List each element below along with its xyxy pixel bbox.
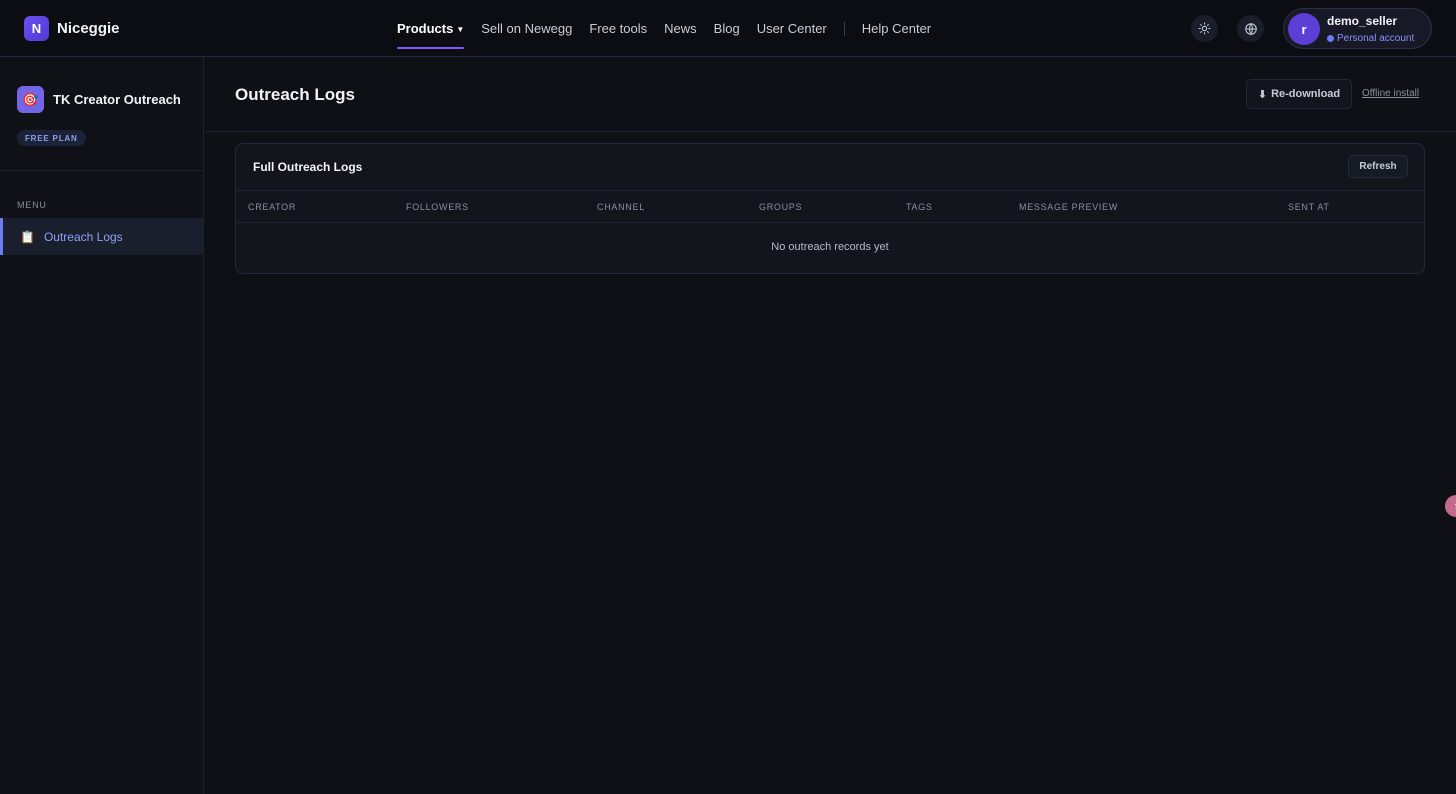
nav-blog[interactable]: Blog — [714, 21, 740, 36]
column-header-followers: FOLLOWERS — [406, 202, 469, 212]
app-header: 🎯 TK Creator Outreach — [17, 86, 181, 113]
download-icon: ⬇ — [1257, 88, 1268, 101]
refresh-button[interactable]: Refresh — [1348, 155, 1408, 178]
brand-name: Niceggie — [57, 20, 120, 37]
card-title: Full Outreach Logs — [253, 160, 363, 174]
outreach-logs-card: Full Outreach Logs Refresh CREATOR FOLLO… — [235, 143, 1425, 274]
page-header: Outreach Logs ⬇ Re-download Offline inst… — [205, 57, 1456, 132]
nav-divider — [843, 21, 845, 36]
offline-install-link[interactable]: Offline install — [1362, 88, 1419, 99]
language-button[interactable] — [1237, 15, 1264, 42]
column-header-creator: CREATOR — [248, 202, 297, 212]
nav-help-center[interactable]: Help Center — [862, 21, 931, 36]
column-header-channel: CHANNEL — [597, 202, 645, 212]
target-icon: 🎯 — [17, 86, 44, 113]
nav-free-tools[interactable]: Free tools — [589, 21, 647, 36]
page-title: Outreach Logs — [235, 85, 355, 104]
sidebar-item-outreach-logs[interactable]: 📋 Outreach Logs — [0, 218, 203, 255]
column-header-groups: GROUPS — [759, 202, 803, 212]
globe-icon — [1244, 22, 1257, 35]
redownload-button[interactable]: ⬇ Re-download — [1246, 79, 1352, 109]
column-header-sent-at: SENT AT — [1288, 202, 1330, 212]
column-header-tags: TAGS — [906, 202, 933, 212]
brand-logo: N — [24, 16, 49, 41]
sidebar: 🎯 TK Creator Outreach FREE PLAN MENU 📋 O… — [0, 57, 204, 794]
plan-badge: FREE PLAN — [17, 130, 86, 146]
top-navbar: N Niceggie Products ▼ Sell on Newegg Free… — [0, 0, 1456, 57]
theme-toggle-button[interactable] — [1191, 15, 1218, 42]
empty-state: No outreach records yet — [771, 241, 889, 253]
nav-sell-on-newegg[interactable]: Sell on Newegg — [481, 21, 572, 36]
user-menu[interactable]: r demo_seller Personal account — [1283, 8, 1432, 49]
column-header-message-preview: MESSAGE PREVIEW — [1019, 202, 1119, 212]
sun-icon — [1198, 22, 1211, 35]
caret-down-icon: ▼ — [456, 25, 465, 34]
account-type-label: Personal account — [1337, 33, 1415, 44]
nav-products[interactable]: Products ▼ — [397, 21, 465, 49]
nav-news[interactable]: News — [664, 21, 697, 36]
brand[interactable]: N Niceggie — [24, 16, 120, 41]
menu-label: MENU — [17, 200, 47, 210]
table-header: CREATOR FOLLOWERS CHANNEL GROUPS TAGS ME… — [236, 190, 1424, 223]
main-nav: Products ▼ Sell on Newegg Free tools News… — [397, 0, 948, 57]
avatar: r — [1288, 13, 1320, 45]
clipboard-icon: 📋 — [20, 229, 35, 244]
floating-action-button[interactable]: ↑ — [1445, 495, 1456, 517]
sidebar-divider — [0, 170, 203, 171]
redownload-label: Re-download — [1271, 88, 1341, 100]
account-type: Personal account — [1327, 33, 1414, 44]
sidebar-item-label: Outreach Logs — [43, 229, 123, 244]
user-name: demo_seller — [1327, 14, 1398, 28]
status-dot-icon — [1327, 35, 1334, 42]
app-title: TK Creator Outreach — [53, 92, 181, 107]
nav-products-label: Products — [397, 21, 454, 36]
nav-user-center[interactable]: User Center — [757, 21, 827, 36]
